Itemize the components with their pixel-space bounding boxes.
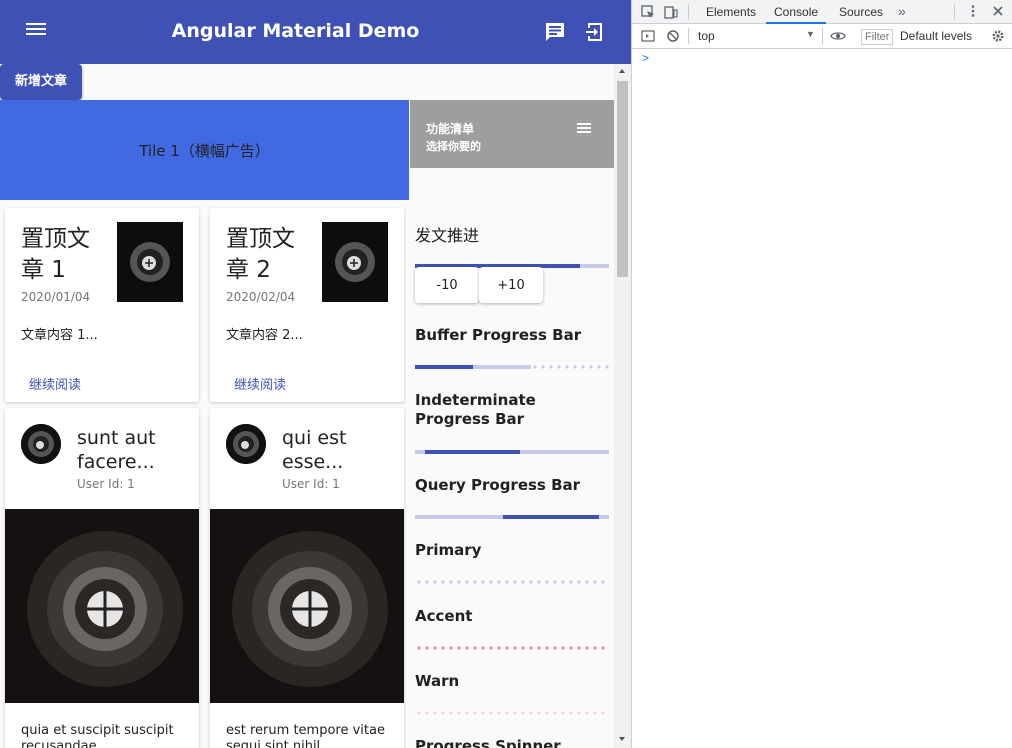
warn-progress-bar	[415, 711, 609, 715]
post-title: 置顶文章 2	[226, 226, 295, 283]
warn-progress-title: Warn	[415, 672, 460, 690]
post-date: 2020/01/04	[21, 290, 91, 304]
banner-text: Tile 1（横幅广告）	[139, 141, 270, 160]
decrease-button[interactable]: -10	[415, 267, 479, 303]
tab-sources[interactable]: Sources	[839, 5, 883, 19]
post-date: 2020/02/04	[226, 290, 296, 304]
user-card: qui est esse... User Id: 1 est rerum tem…	[210, 408, 404, 748]
post-image	[210, 509, 404, 703]
feature-list-subtitle: 选择你要的	[426, 140, 481, 153]
message-icon[interactable]	[543, 20, 567, 44]
avatar	[21, 424, 61, 464]
avatar	[226, 424, 266, 464]
post-image	[5, 509, 199, 703]
devtools-panel: Elements Console Sources » top ▼ Filter …	[631, 0, 1012, 748]
user-post-body: est rerum tempore vitae sequi sint nihil	[226, 723, 385, 748]
feature-list-title: 功能清单	[426, 122, 475, 136]
primary-progress-bar	[415, 580, 609, 584]
read-more-link[interactable]: 继续阅读	[234, 374, 286, 393]
increase-button[interactable]: +10	[479, 267, 543, 303]
main-content: 新增文章 Tile 1（横幅广告） 功能清单 选择你要的 置顶文章 1 2020…	[0, 64, 614, 748]
console-toolbar: top ▼ Filter Default levels	[632, 24, 1012, 49]
publish-progress-title: 发文推进	[415, 226, 480, 245]
app-title: Angular Material Demo	[171, 20, 420, 42]
post-thumbnail	[322, 222, 388, 302]
scroll-down-icon[interactable]	[619, 737, 625, 741]
sidebar-toggle-icon[interactable]	[641, 29, 655, 46]
user-card: sunt aut facere... User Id: 1 quia et su…	[5, 408, 199, 748]
app-window: Angular Material Demo 新增文章 Tile 1（横幅广告） …	[0, 0, 631, 748]
indeterminate-progress-title: Indeterminate Progress Bar	[415, 391, 536, 428]
filter-input[interactable]: Filter	[861, 29, 893, 45]
post-title: 置顶文章 1	[21, 226, 90, 283]
post-card: 置顶文章 1 2020/01/04 文章内容 1... 继续阅读	[5, 208, 199, 402]
add-post-button[interactable]: 新增文章	[0, 64, 83, 100]
banner-tile: Tile 1（横幅广告）	[0, 100, 409, 200]
scrollbar-thumb[interactable]	[617, 81, 628, 277]
progress-spinner-title: Progress Spinner	[415, 737, 561, 748]
accent-progress-bar	[415, 646, 609, 650]
user-id: User Id: 1	[282, 477, 340, 491]
post-card: 置顶文章 2 2020/02/04 文章内容 2... 继续阅读	[210, 208, 404, 402]
post-body: 文章内容 1...	[21, 328, 98, 343]
vertical-scrollbar[interactable]	[614, 64, 631, 748]
post-thumbnail	[117, 222, 183, 302]
indeterminate-progress-bar	[415, 450, 609, 454]
log-levels-select[interactable]: Default levels	[900, 29, 972, 43]
kebab-menu-icon[interactable]	[970, 4, 976, 21]
dropdown-arrow-icon: ▼	[806, 29, 815, 39]
user-id: User Id: 1	[77, 477, 135, 491]
devtools-tabbar: Elements Console Sources »	[632, 0, 1012, 24]
feature-list-header[interactable]: 功能清单 选择你要的	[410, 100, 614, 168]
exit-icon[interactable]	[583, 20, 607, 44]
context-select[interactable]: top ▼	[698, 29, 818, 45]
close-icon[interactable]	[992, 5, 1004, 20]
user-post-title: qui est esse...	[282, 427, 347, 473]
query-progress-bar	[415, 515, 609, 519]
tab-console[interactable]: Console	[765, 5, 827, 24]
list-icon[interactable]	[577, 123, 591, 135]
app-toolbar: Angular Material Demo	[0, 0, 631, 64]
tab-elements[interactable]: Elements	[706, 5, 756, 19]
post-body: 文章内容 2...	[226, 328, 303, 343]
buffer-progress-title: Buffer Progress Bar	[415, 326, 582, 344]
primary-progress-title: Primary	[415, 541, 482, 559]
console-prompt[interactable]: >	[642, 51, 649, 65]
accent-progress-title: Accent	[415, 607, 473, 625]
user-post-title: sunt aut facere...	[77, 427, 156, 473]
inspect-element-icon[interactable]	[641, 5, 655, 22]
settings-gear-icon[interactable]	[991, 29, 1005, 46]
buffer-progress-bar	[415, 365, 609, 369]
user-post-body: quia et suscipit suscipit recusandae con…	[21, 723, 174, 748]
clear-console-icon[interactable]	[666, 29, 680, 46]
eye-icon[interactable]	[830, 30, 846, 45]
context-value: top	[698, 29, 715, 43]
more-tabs-icon[interactable]: »	[898, 3, 906, 19]
scroll-up-icon[interactable]	[619, 69, 625, 73]
query-progress-title: Query Progress Bar	[415, 476, 581, 494]
read-more-link[interactable]: 继续阅读	[29, 374, 81, 393]
device-toolbar-icon[interactable]	[664, 5, 678, 22]
